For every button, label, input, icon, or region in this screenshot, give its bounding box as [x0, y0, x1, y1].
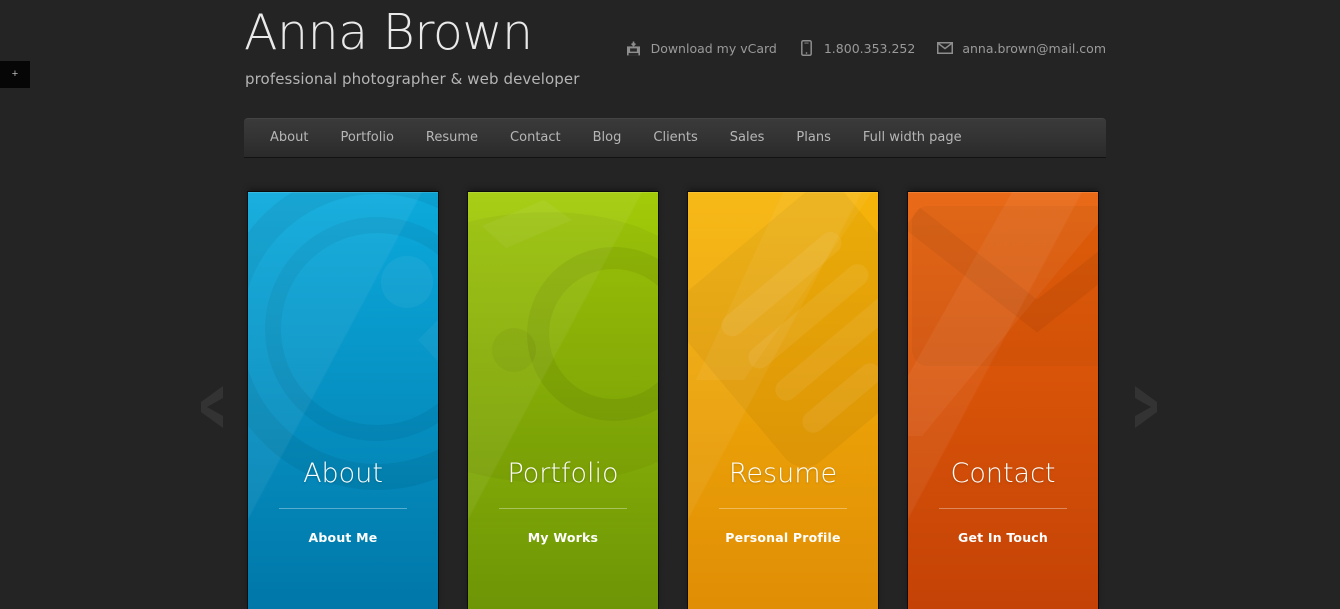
panel-title: About: [260, 458, 426, 490]
panel-title: Resume: [700, 458, 866, 490]
site-tagline: professional photographer & web develope…: [245, 70, 579, 88]
panel-title: Contact: [920, 458, 1086, 490]
envelope-large-icon: [908, 192, 1098, 609]
panel-subtitle: My Works: [480, 530, 646, 545]
contact-item-phone[interactable]: 1.800.353.252: [799, 40, 915, 56]
slider-panel-contact[interactable]: Contact Get In Touch: [908, 192, 1098, 609]
panel-text-block: About About Me: [248, 458, 438, 545]
contact-item-vcard[interactable]: Download my vCard: [626, 40, 777, 56]
panel-subtitle: About Me: [260, 530, 426, 545]
panel-divider: [279, 508, 407, 509]
contact-label-vcard: Download my vCard: [651, 41, 777, 56]
panel-top-highlight: [468, 192, 658, 193]
phone-icon: [799, 40, 815, 56]
contact-label-phone: 1.800.353.252: [824, 41, 915, 56]
page-title: Anna Brown: [244, 4, 533, 62]
chevron-right-icon: [1128, 384, 1162, 430]
feature-slider: About About Me Portfolio My Wor: [244, 186, 1106, 609]
panel-top-highlight: [248, 192, 438, 193]
panel-title: Portfolio: [480, 458, 646, 490]
slider-panel-portfolio[interactable]: Portfolio My Works: [468, 192, 658, 609]
page-root: Anna Brown professional photographer & w…: [0, 0, 1340, 609]
nav-item-clients[interactable]: Clients: [637, 119, 713, 157]
panel-text-block: Resume Personal Profile: [688, 458, 878, 545]
contact-item-email[interactable]: anna.brown@mail.com: [937, 40, 1106, 56]
panel-divider: [939, 508, 1067, 509]
main-navigation: About Portfolio Resume Contact Blog Clie…: [244, 118, 1106, 157]
nav-item-resume[interactable]: Resume: [410, 119, 494, 157]
contact-label-email: anna.brown@mail.com: [962, 41, 1106, 56]
nav-item-portfolio[interactable]: Portfolio: [324, 119, 409, 157]
nav-item-blog[interactable]: Blog: [577, 119, 638, 157]
slider-panel-resume[interactable]: Resume Personal Profile: [688, 192, 878, 609]
slider-panel-about[interactable]: About About Me: [248, 192, 438, 609]
document-lines-icon: [688, 192, 878, 609]
contact-strip: Download my vCard 1.800.353.252: [626, 40, 1106, 56]
panel-divider: [719, 508, 847, 509]
camera-lens-icon: [248, 192, 438, 609]
nav-item-sales[interactable]: Sales: [714, 119, 781, 157]
panel-subtitle: Personal Profile: [700, 530, 866, 545]
slider-prev-button[interactable]: [196, 384, 230, 430]
panel-subtitle: Get In Touch: [920, 530, 1086, 545]
site-header: Anna Brown professional photographer & w…: [244, 0, 1106, 112]
nav-item-contact[interactable]: Contact: [494, 119, 577, 157]
panel-text-block: Contact Get In Touch: [908, 458, 1098, 545]
nav-item-plans[interactable]: Plans: [780, 119, 846, 157]
slider-next-button[interactable]: [1128, 384, 1162, 430]
camera-body-icon: [468, 192, 658, 609]
envelope-icon: [937, 40, 953, 56]
panel-top-highlight: [688, 192, 878, 193]
panel-text-block: Portfolio My Works: [468, 458, 658, 545]
panel-divider: [499, 508, 627, 509]
vcard-download-icon: [626, 40, 642, 56]
nav-item-about[interactable]: About: [254, 119, 324, 157]
chevron-left-icon: [196, 384, 230, 430]
nav-item-full-width-page[interactable]: Full width page: [847, 119, 978, 157]
panel-top-highlight: [908, 192, 1098, 193]
